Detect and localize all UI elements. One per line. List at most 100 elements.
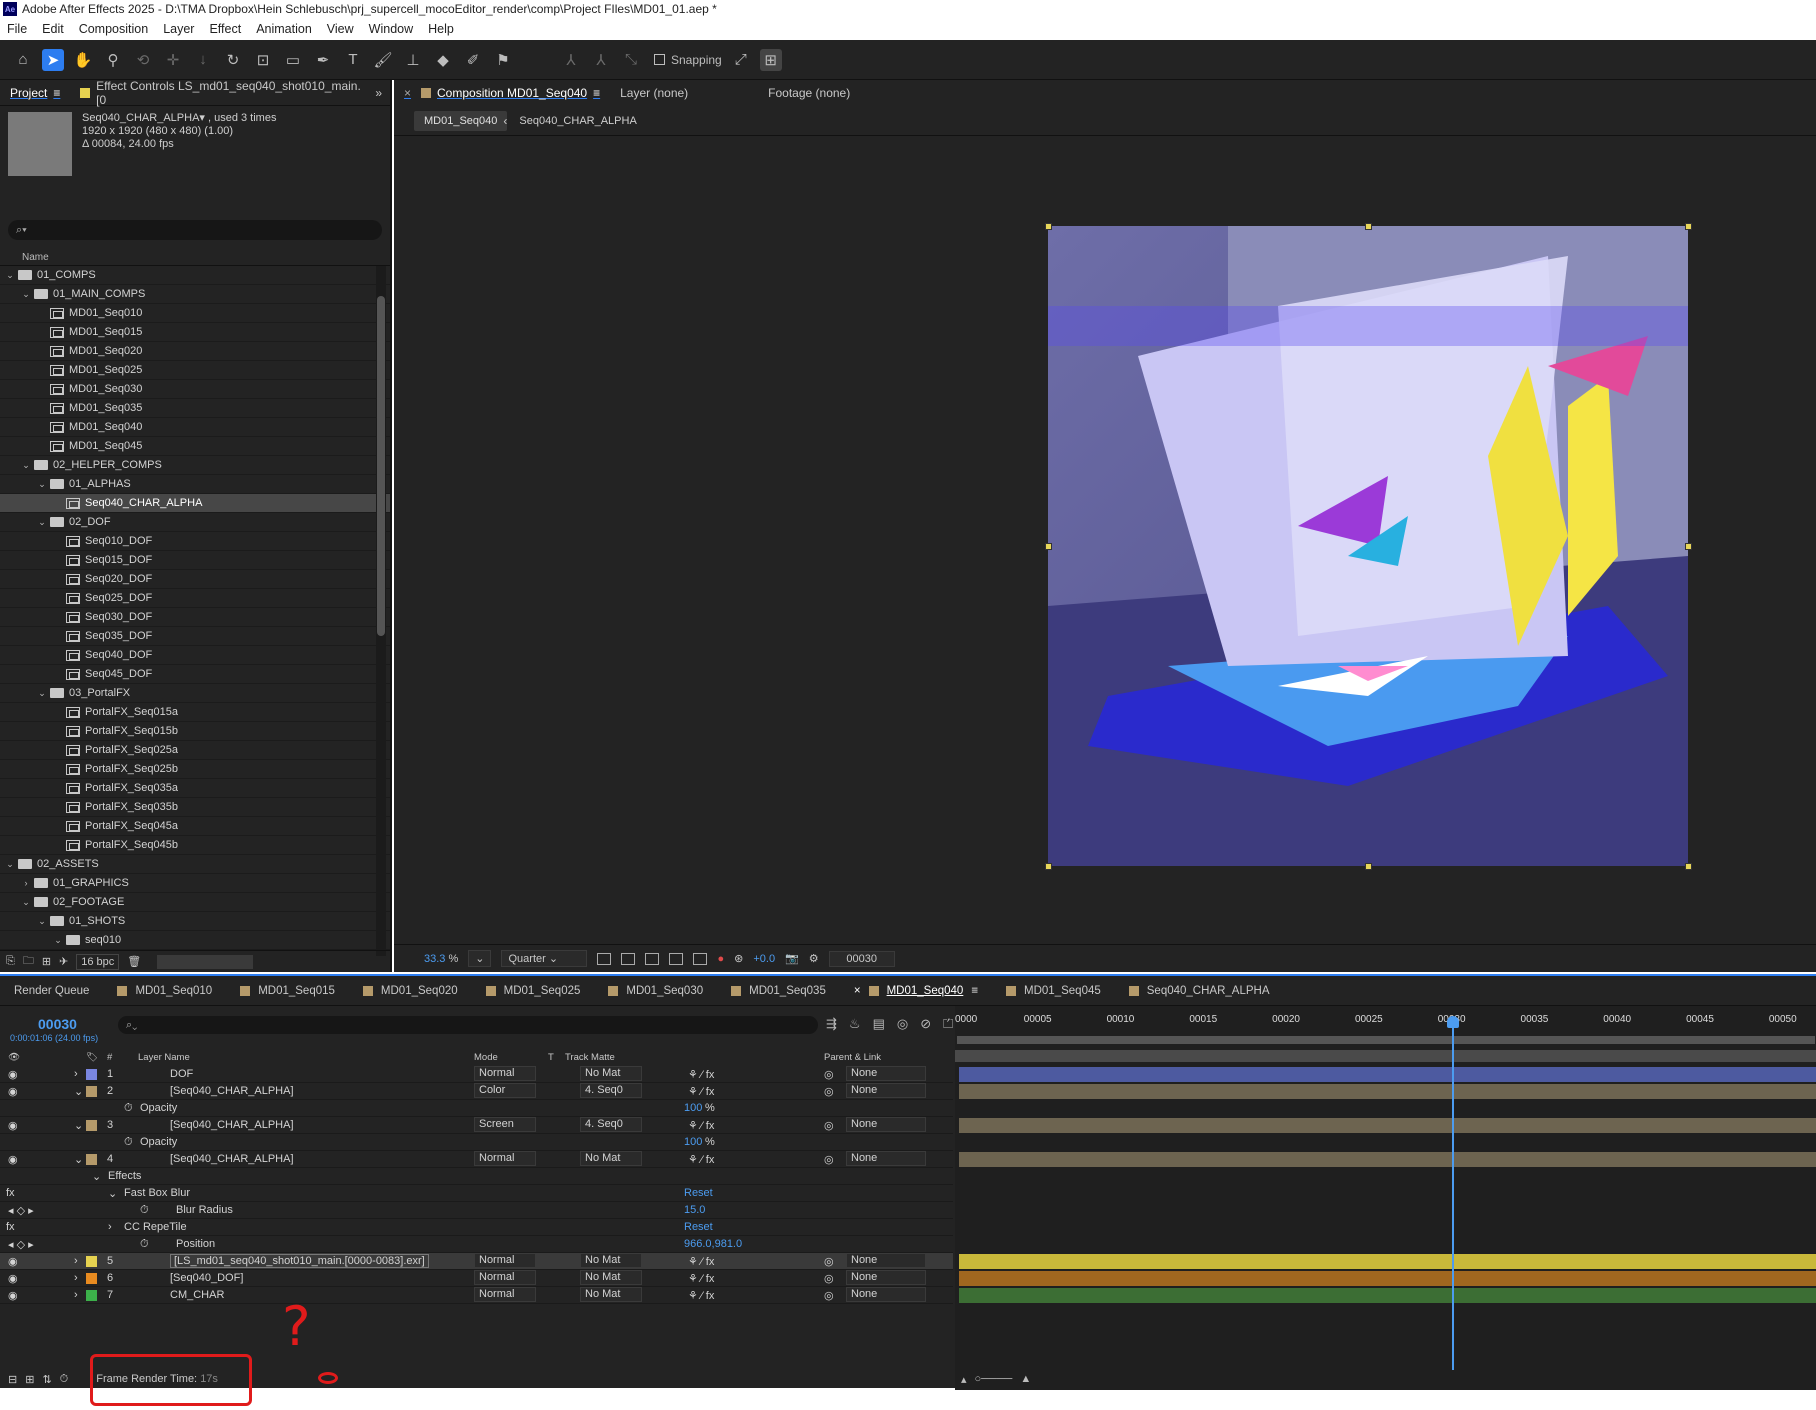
trash-icon[interactable]: 🗑 [127, 955, 141, 968]
fx-switch-icon[interactable]: ⚘ ⁄ fx [688, 1153, 714, 1166]
project-comp-row[interactable]: PortalFX_Seq025a [0, 741, 390, 760]
time-ruler[interactable]: 0000000050001000015000200002500030000350… [955, 1006, 1816, 1046]
graph-editor-icon[interactable]: ⊘ [920, 1016, 931, 1032]
stopwatch-icon[interactable]: ⏱ [140, 1204, 149, 1217]
pickwhip-icon[interactable]: ◎ [824, 1153, 834, 1166]
project-folder-row[interactable]: ⌄ 02_FOOTAGE [0, 893, 390, 912]
puppet-pin-icon[interactable]: ⚑ [492, 49, 514, 71]
layer-switches-toggle-icon[interactable]: ⊟ [8, 1373, 17, 1386]
twirl-chevron-icon[interactable]: › [108, 1221, 112, 1233]
chevron-icon[interactable]: ⌄ [36, 479, 48, 490]
layer-row[interactable]: ◉ ⌄ 2 [Seq040_CHAR_ALPHA] Color 4. Seq0 ⚘ ⁄ fx… [0, 1083, 953, 1100]
eye-icon[interactable]: ◉ [8, 1068, 18, 1081]
zoom-tool-icon[interactable]: ⚲ [102, 49, 124, 71]
comp-viewer[interactable] [396, 140, 1814, 944]
track-matte-dropdown[interactable]: No Mat [580, 1066, 642, 1081]
grid-guides-icon[interactable] [693, 952, 708, 965]
layer-row[interactable]: ◉ › 6 [Seq040_DOF] Normal No Mat ⚘ ⁄ fx ◎ None [0, 1270, 953, 1287]
timeline-timecode[interactable]: 00030 [38, 1016, 77, 1032]
tab-effect-controls[interactable]: Effect Controls LS_md01_seq040_shot010_m… [70, 79, 375, 107]
layer-duration-bar[interactable] [959, 1271, 1816, 1286]
transform-handle[interactable] [1045, 543, 1052, 550]
layer-label-color[interactable] [86, 1273, 97, 1284]
timeline-search-input[interactable]: ⌕⌄ [118, 1016, 818, 1034]
layer-name[interactable]: [Seq040_DOF] [170, 1272, 243, 1284]
project-comp-row[interactable]: Seq040_DOF [0, 646, 390, 665]
project-comp-row[interactable]: MD01_Seq045 [0, 437, 390, 456]
project-scrollbar[interactable] [376, 266, 386, 956]
transform-handle[interactable] [1045, 863, 1052, 870]
pan-camera-icon[interactable]: ✛ [162, 49, 184, 71]
rectangle-tool-icon[interactable]: ▭ [282, 49, 304, 71]
track-matte-dropdown[interactable]: No Mat [580, 1151, 642, 1166]
chevron-icon[interactable]: ⌄ [20, 289, 32, 300]
new-folder-icon[interactable]: 🗀 [23, 952, 34, 971]
keyframe-nav-icon[interactable]: ◂ ◇ ▸ [8, 1204, 34, 1217]
zoom-value[interactable]: 33.3 [424, 953, 445, 965]
comp-frame-image[interactable] [1048, 226, 1688, 866]
eraser-tool-icon[interactable]: ◆ [432, 49, 454, 71]
roto-brush-icon[interactable]: ✐ [462, 49, 484, 71]
layer-label-color[interactable] [86, 1120, 97, 1131]
track-matte-dropdown[interactable]: No Mat [580, 1253, 642, 1268]
project-folder-row[interactable]: ⌄ 02_DOF [0, 513, 390, 532]
axis-local-icon[interactable]: ⅄ [560, 49, 582, 71]
layer-duration-bar[interactable] [959, 1084, 1816, 1099]
color-management-icon[interactable]: ⊛ [734, 952, 743, 965]
eye-icon[interactable]: ◉ [8, 1153, 18, 1166]
zoom-dropdown-chevron-icon[interactable]: ⌄ [468, 950, 492, 967]
twirl-chevron-icon[interactable]: ⌄ [92, 1170, 101, 1183]
layer-name[interactable]: [Seq040_CHAR_ALPHA] [170, 1119, 294, 1131]
home-icon[interactable]: ⌂ [12, 49, 34, 71]
mode-dropdown[interactable]: Color [474, 1083, 536, 1098]
timeline-tab[interactable]: MD01_Seq035 [717, 985, 840, 997]
tab-composition[interactable]: × Composition MD01_Seq040 ≡ [394, 86, 610, 100]
project-comp-row[interactable]: PortalFX_Seq015b [0, 722, 390, 741]
eye-icon[interactable]: ◉ [8, 1272, 18, 1285]
layer-row[interactable]: ◉ › 1 DOF Normal No Mat ⚘ ⁄ fx ◎ None [0, 1066, 953, 1083]
transform-handle[interactable] [1365, 223, 1372, 230]
menu-item[interactable]: View [327, 22, 354, 36]
comp-settings-icon[interactable]: ⏍ [943, 1016, 953, 1032]
project-comp-row[interactable]: MD01_Seq035 [0, 399, 390, 418]
layer-duration-bar[interactable] [959, 1152, 1816, 1167]
mode-dropdown[interactable]: Normal [474, 1253, 536, 1268]
render-time-toggle-icon[interactable]: ⏱ [60, 1373, 69, 1386]
layer-row[interactable]: fx ⌄ Fast Box Blur Reset [0, 1185, 953, 1202]
property-value[interactable]: 15.0 [684, 1204, 705, 1216]
timeline-tab[interactable]: MD01_Seq010 [103, 985, 226, 997]
layer-duration-bar[interactable] [959, 1118, 1816, 1133]
panel-overflow-icon[interactable]: » [375, 86, 382, 100]
column-header-name[interactable]: Name [0, 250, 390, 266]
layer-label-color[interactable] [86, 1154, 97, 1165]
pickwhip-icon[interactable]: ◎ [824, 1085, 834, 1098]
parent-dropdown[interactable]: None [846, 1083, 926, 1098]
timeline-tab[interactable]: Render Queue [0, 985, 103, 997]
modes-toggle-icon[interactable]: ⊞ [25, 1373, 34, 1386]
mode-dropdown[interactable]: Normal [474, 1151, 536, 1166]
transparency-grid-icon[interactable] [621, 952, 636, 965]
layer-label-color[interactable] [86, 1256, 97, 1267]
twirl-chevron-icon[interactable]: ⌄ [74, 1153, 83, 1166]
zoom-out-icon[interactable]: ▴ [961, 1373, 967, 1386]
twirl-chevron-icon[interactable]: ⌄ [74, 1119, 83, 1132]
axis-world-icon[interactable]: ⅄ [590, 49, 612, 71]
project-folder-row[interactable]: ⌄ 02_ASSETS [0, 855, 390, 874]
project-comp-row[interactable]: MD01_Seq015 [0, 323, 390, 342]
fast-previews-icon[interactable] [597, 952, 612, 965]
menu-item[interactable]: Composition [79, 22, 148, 36]
layer-name[interactable]: [Seq040_CHAR_ALPHA] [170, 1153, 294, 1165]
pickwhip-icon[interactable]: ◎ [824, 1068, 834, 1081]
fx-switch-icon[interactable]: ⚘ ⁄ fx [688, 1255, 714, 1268]
timeline-tab[interactable]: Seq040_CHAR_ALPHA [1115, 985, 1284, 997]
project-folder-row[interactable]: ⌄ 03_PortalFX [0, 684, 390, 703]
layer-name[interactable]: DOF [170, 1068, 193, 1080]
panel-menu-icon[interactable]: ≡ [53, 86, 60, 100]
close-icon[interactable]: × [404, 86, 411, 100]
close-icon[interactable]: × [854, 985, 861, 997]
layer-row[interactable]: ◉ ⌄ 3 [Seq040_CHAR_ALPHA] Screen 4. Seq0 ⚘ ⁄ f… [0, 1117, 953, 1134]
interpret-footage-icon[interactable]: ⎘ [6, 955, 15, 968]
project-comp-row[interactable]: Seq040_CHAR_ALPHA [0, 494, 390, 513]
chevron-icon[interactable]: ⌄ [20, 897, 32, 908]
layer-duration-bar[interactable] [959, 1254, 1816, 1269]
